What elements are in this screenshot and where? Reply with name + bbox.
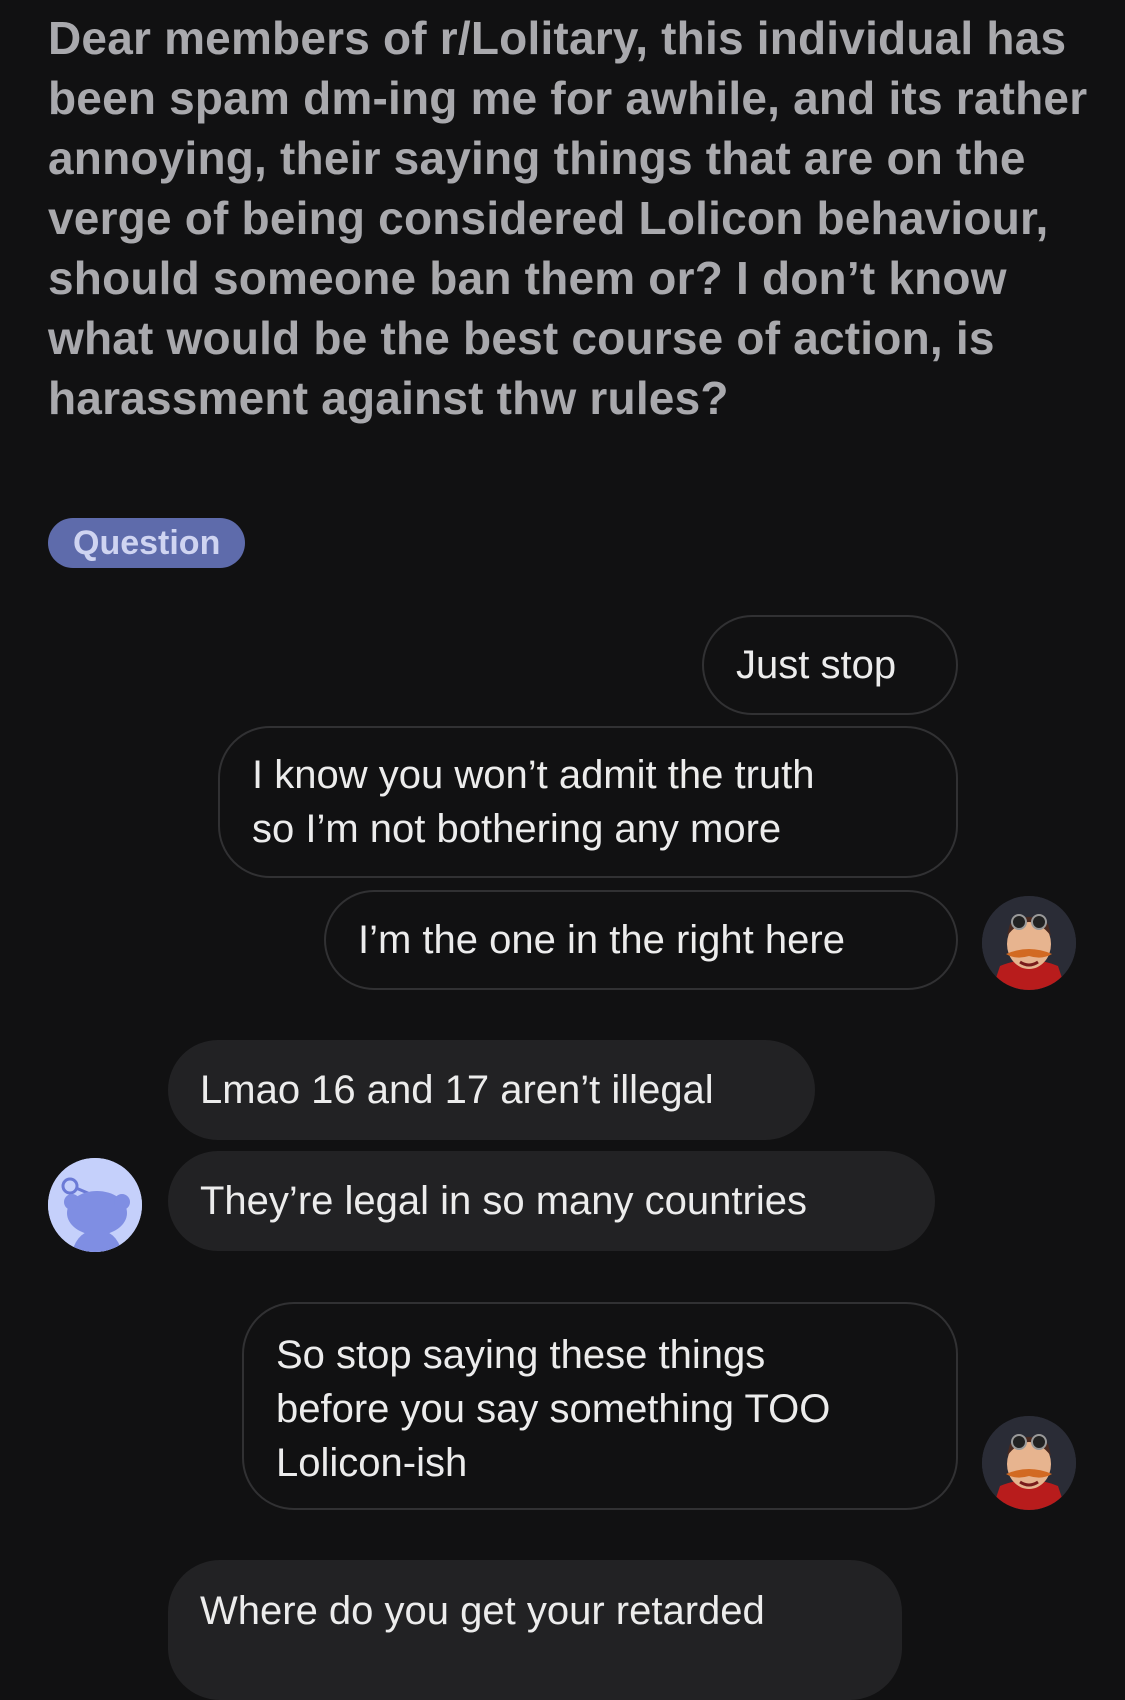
message-text: Lolicon-ish	[276, 1441, 468, 1485]
reddit-snoo-avatar-icon[interactable]	[48, 1158, 142, 1252]
robotnik-avatar-icon[interactable]	[982, 896, 1076, 990]
sent-message-bubble[interactable]: I’m the one in the right here	[324, 890, 958, 990]
message-text: I’m the one in the right here	[358, 918, 845, 962]
message-text: They’re legal in so many countries	[200, 1179, 807, 1223]
sent-message-bubble[interactable]: I know you won’t admit the truth so I’m …	[218, 726, 958, 878]
robotnik-avatar-icon[interactable]	[982, 1416, 1076, 1510]
message-text: Just stop	[736, 643, 897, 687]
message-text: Where do you get your retarded	[200, 1589, 765, 1633]
post-flair-question[interactable]: Question	[48, 518, 246, 568]
message-text: So stop saying these things	[276, 1333, 766, 1377]
message-text: Lmao 16 and 17 aren’t illegal	[200, 1068, 714, 1112]
received-message-bubble[interactable]: Where do you get your retarded	[168, 1560, 902, 1700]
received-message-bubble[interactable]: They’re legal in so many countries	[168, 1151, 935, 1251]
sent-message-bubble[interactable]: Just stop	[702, 615, 958, 715]
message-text: before you say something TOO	[276, 1387, 831, 1431]
sent-message-bubble[interactable]: So stop saying these things before you s…	[242, 1302, 958, 1510]
received-message-bubble[interactable]: Lmao 16 and 17 aren’t illegal	[168, 1040, 815, 1140]
message-text: I know you won’t admit the truth	[252, 753, 815, 797]
message-text: so I’m not bothering any more	[252, 807, 782, 851]
post-body: Dear members of r/Lolitary, this individ…	[48, 12, 1088, 424]
